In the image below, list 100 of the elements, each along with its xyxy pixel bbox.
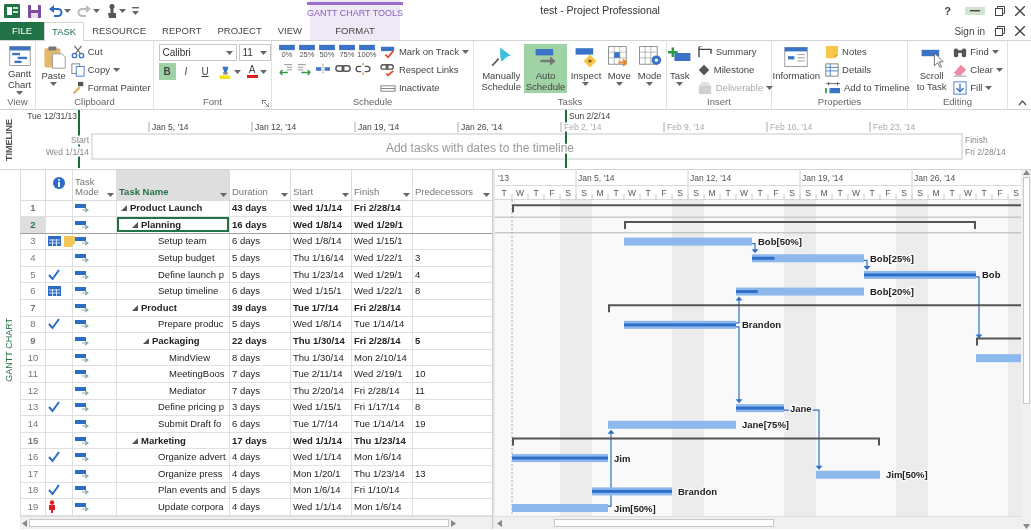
help-button[interactable]: ? [940,2,955,20]
table-row[interactable]: 18 Plan events and 5 days Mon 1/6/14 Fri 1/10/14 [20,482,493,499]
caret-icon[interactable] [483,192,490,197]
table-row[interactable]: 1 Product Launch 43 days Wed 1/1/14 Fri 2/28/14 [20,200,493,217]
close-icon[interactable] [1015,6,1025,16]
table-row[interactable]: 15 Marketing 17 days Wed 1/1/14 Thu 1/23/14 [20,432,493,449]
caret-icon[interactable] [342,192,349,197]
find-button[interactable]: Find [951,44,1001,60]
scroll-left-icon[interactable] [22,519,27,527]
column-header[interactable]: Task Name [119,186,169,197]
ribbon-tab[interactable]: RESOURCE [84,22,154,40]
summary-bar[interactable] [512,437,880,447]
table-row[interactable]: 10 MindView 8 days Thu 1/30/14 Mon 2/10/14 [20,349,493,366]
inspect-button[interactable]: Inspect [568,44,604,87]
table-row[interactable]: 13 Define pricing p 3 days Wed 1/15/1 Fri 1/17/14 8 [20,399,493,416]
summary-bar[interactable] [608,304,1021,314]
collapse-triangle-icon[interactable] [132,221,138,228]
format-painter-button[interactable]: Format Painter [68,80,153,96]
ribbon-tab[interactable]: TASK [44,22,85,41]
indent-button[interactable] [295,61,312,76]
task-bar[interactable] [624,320,736,329]
mode-button[interactable]: Mode [635,44,664,87]
table-row[interactable]: 2 Planning 16 days Wed 1/8/14 Wed 1/29/1 [20,216,493,234]
scrollbar-thumb[interactable] [29,519,449,527]
outdent-button[interactable] [277,61,294,76]
mark-on-track-button[interactable]: Mark on Track [377,44,472,60]
link-tasks-button[interactable] [333,63,352,74]
scroll-right-icon[interactable] [451,519,456,527]
add-to-timeline-button[interactable]: Add to Timeline [823,80,912,96]
collapse-triangle-icon[interactable] [121,205,127,212]
table-row[interactable]: 7 Product 39 days Tue 1/7/14 Fri 2/28/14 [20,299,493,317]
column-header[interactable]: Start [293,186,314,197]
table-row[interactable]: 8 Prepare produc 5 days Wed 1/8/14 Tue 1/14/14 [20,316,493,333]
table-row[interactable]: 6 Setup timeline 6 days Wed 1/15/1 Wed 1/22/1 8 [20,282,493,300]
table-row[interactable]: 16 Organize advert 4 days Wed 1/1/14 Mon 1/6/14 [20,448,493,466]
copy-button[interactable]: Copy [68,62,122,78]
table-row[interactable]: 3 Setup team 6 days Wed 1/8/14 Wed 1/15/1 [20,233,493,250]
range-marker[interactable] [565,110,567,168]
caret-icon[interactable] [107,192,114,197]
details-button[interactable]: Details [823,62,874,78]
task-bar[interactable] [592,487,672,496]
table-row[interactable]: 14 Submit Draft fo 6 days Tue 1/7/14 Tue 1/14/14 19 [20,415,493,433]
collapse-triangle-icon[interactable] [143,338,149,345]
table-row[interactable]: 9 Packaging 22 days Thu 1/30/14 Fri 2/28/14 5 [20,332,493,350]
gantt-chart-button[interactable]: Gantt Chart [6,44,33,96]
dialog-launcher-icon[interactable] [262,100,269,107]
information-button[interactable]: Information [771,44,822,82]
table-row[interactable]: 4 Setup budget 5 days Thu 1/16/14 Wed 1/22/1 3 [20,249,493,267]
minimize-button[interactable] [965,7,985,15]
italic-button[interactable]: I [177,63,195,80]
move-button[interactable]: Move [605,44,634,87]
task-bar[interactable] [736,287,864,296]
scroll-left-icon[interactable] [497,519,502,527]
collapse-triangle-icon[interactable] [132,437,138,444]
caret-icon[interactable] [119,9,126,13]
sign-in-link[interactable]: Sign in [954,23,985,39]
caret-icon[interactable] [64,9,71,13]
underline-button[interactable]: U [196,63,214,80]
auto-schedule-button[interactable]: Auto Schedule [524,44,567,93]
fill-button[interactable]: Fill [951,80,995,96]
save-icon[interactable] [27,3,42,19]
split-task-button[interactable] [313,61,332,76]
scrollbar-thumb[interactable] [1022,177,1030,404]
task-bar[interactable] [512,454,608,463]
summary-bar[interactable] [512,204,1021,214]
undo-icon[interactable] [48,4,63,18]
table-row[interactable]: 11 MeetingBoos 7 days Tue 2/11/14 Wed 2/19/1 10 [20,365,493,383]
bold-button[interactable]: B [158,63,176,80]
caret-icon[interactable] [281,192,288,197]
scroll-to-task-button[interactable]: Scroll to Task [914,44,950,93]
ribbon-tab[interactable]: REPORT [154,22,210,40]
ribbon-tab[interactable]: FILE [0,22,45,40]
range-marker[interactable] [78,110,80,168]
column-header[interactable]: Finish [354,186,380,197]
font-name-field[interactable]: Calibri [158,44,237,61]
table-row[interactable]: 12 Mediator 7 days Thu 2/20/14 Fri 2/28/14 11 [20,382,493,400]
task-button[interactable]: Task [666,44,693,87]
paste-button[interactable]: Paste [40,44,67,87]
restore-icon[interactable] [995,6,1005,16]
milestone-button[interactable]: Milestone [694,62,757,78]
scroll-down-icon[interactable] [1022,524,1030,529]
summary-button[interactable]: Summary [694,44,759,60]
restore-icon[interactable] [995,26,1005,36]
collapse-triangle-icon[interactable] [132,304,138,311]
caret-icon[interactable] [403,192,410,197]
respect-links-button[interactable]: Respect Links [377,62,461,78]
touch-mode-icon[interactable] [106,3,118,19]
font-size-field[interactable]: 11 [238,44,271,61]
manually-schedule-button[interactable]: Manually Schedule [480,44,523,93]
caret-icon[interactable] [220,192,227,197]
inactivate-button[interactable]: Inactivate [377,80,442,96]
caret-icon[interactable] [93,9,100,13]
clear-button[interactable]: Clear [951,62,1005,78]
scrollbar-thumb[interactable] [554,519,774,528]
summary-bar[interactable] [976,337,1021,347]
table-row[interactable]: 5 Define launch p 5 days Thu 1/23/14 Wed 1/29/1 4 [20,266,493,283]
customize-toolbar-icon[interactable] [132,7,140,15]
task-bar[interactable] [752,254,864,263]
ribbon-tab[interactable]: VIEW [269,22,311,40]
collapse-ribbon-icon[interactable] [1018,100,1027,106]
